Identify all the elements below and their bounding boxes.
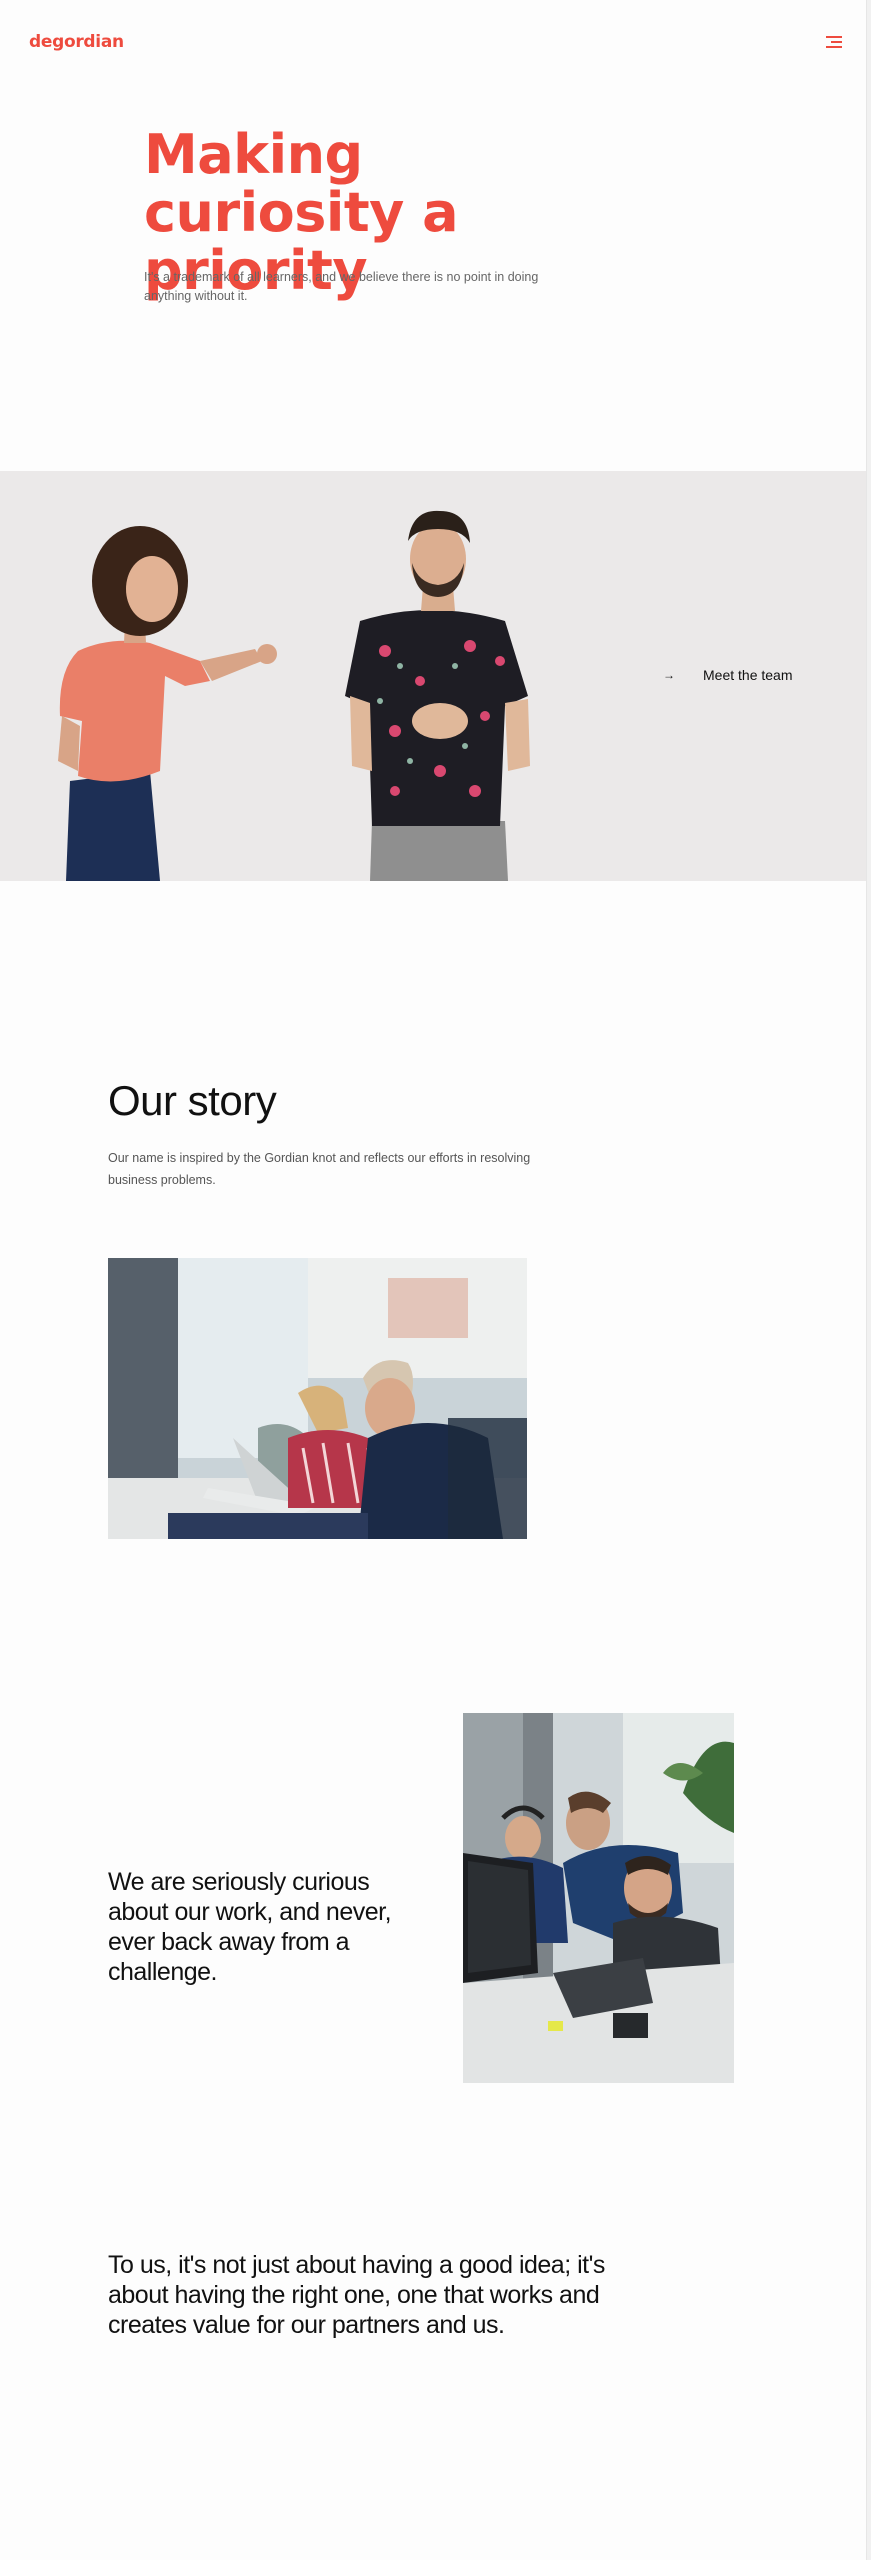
story-title: Our story xyxy=(108,1077,277,1124)
meet-the-team-link[interactable]: → Meet the team xyxy=(663,664,793,686)
hamburger-menu-icon[interactable] xyxy=(826,36,842,50)
idea-quote: To us, it's not just about having a good… xyxy=(108,2251,605,2339)
office-photo-team-image xyxy=(463,1713,734,2083)
curious-quote: We are seriously curious about our work,… xyxy=(108,1868,392,1986)
office-photo-team xyxy=(463,1713,734,2083)
woman-figure xyxy=(58,526,277,881)
hero-subtitle: It's a trademark of all learners, and we… xyxy=(144,270,539,303)
menu-line xyxy=(826,36,842,38)
site-header: degordian xyxy=(0,0,871,90)
man-figure xyxy=(345,510,530,881)
office-photo-laptop xyxy=(108,1258,527,1539)
logo[interactable]: degordian xyxy=(29,32,124,52)
menu-line xyxy=(826,46,842,48)
scrollbar[interactable] xyxy=(866,0,871,2560)
arrow-right-icon: → xyxy=(663,668,675,682)
office-photo-laptop-image xyxy=(108,1258,527,1539)
story-text: Our name is inspired by the Gordian knot… xyxy=(108,1151,531,1187)
meet-the-team-label: Meet the team xyxy=(703,667,793,683)
menu-line xyxy=(831,41,842,43)
